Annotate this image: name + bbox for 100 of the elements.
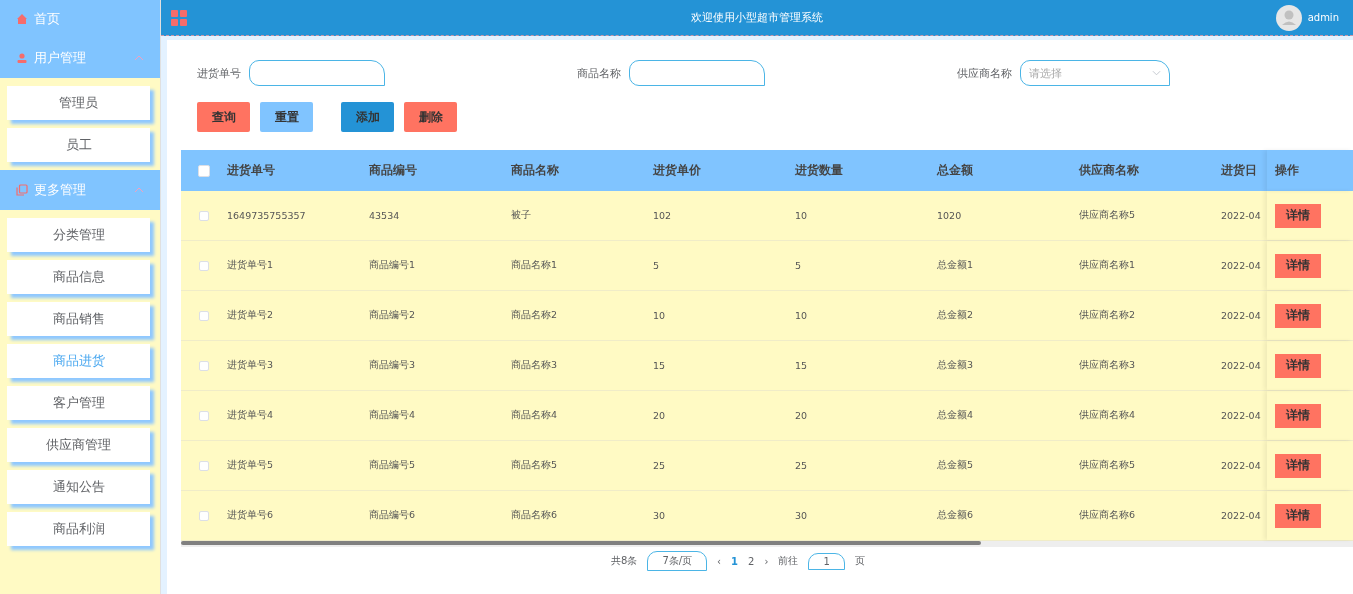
table-cell-text: 30 xyxy=(795,510,809,521)
sidebar-item[interactable]: 供应商管理 xyxy=(7,428,150,462)
table-cell-text: 10 xyxy=(653,310,667,321)
action-button[interactable]: 添加 xyxy=(341,102,394,132)
table-cell-text: 1649735755357 xyxy=(227,210,307,221)
sidebar-item[interactable]: 商品销售 xyxy=(7,302,150,336)
table-cell-text: 供应商名称4 xyxy=(1079,409,1137,422)
filter-label: 商品名称 xyxy=(577,65,621,81)
table-cell-text: 5 xyxy=(653,260,661,271)
details-button[interactable]: 详情 xyxy=(1275,403,1321,428)
total-count: 共8条 xyxy=(611,554,638,568)
prev-page-button[interactable]: ‹ xyxy=(717,555,722,567)
grid-menu-icon[interactable] xyxy=(171,9,187,26)
table-cell-text: 商品名称1 xyxy=(511,259,559,272)
details-button[interactable]: 详情 xyxy=(1275,353,1321,378)
table-cell-text: 15 xyxy=(795,360,809,371)
table-cell-text: 商品编号5 xyxy=(369,459,417,472)
table-cell-text: 30 xyxy=(653,510,667,521)
sidebar-item[interactable]: 员工 xyxy=(7,128,150,162)
goto-page-field[interactable]: 1 xyxy=(808,552,845,570)
copy-icon xyxy=(16,184,28,196)
page-number[interactable]: 1 xyxy=(731,555,739,567)
filter-label: 供应商名称 xyxy=(957,65,1012,81)
column-header: 进货单价 xyxy=(653,163,702,178)
table-cell-text: 总金额2 xyxy=(937,309,975,322)
avatar-icon[interactable] xyxy=(1275,4,1302,31)
username[interactable]: admin xyxy=(1307,12,1339,23)
table-cell-text: 20 xyxy=(653,410,667,421)
table-cell-text: 商品编号6 xyxy=(369,509,417,522)
sidebar-item[interactable]: 商品信息 xyxy=(7,260,150,294)
sidebar-item[interactable]: 管理员 xyxy=(7,86,150,120)
table-cell-text: 商品编号4 xyxy=(369,409,417,422)
table-cell-text: 2022-04 xyxy=(1221,260,1262,271)
column-header: 进货单号 xyxy=(227,163,276,178)
home-icon xyxy=(16,13,28,25)
scrollbar-thumb[interactable] xyxy=(181,541,981,545)
sidebar-item[interactable]: 客户管理 xyxy=(7,386,150,420)
table-cell-text: 25 xyxy=(653,460,667,471)
sidebar-item[interactable]: 通知公告 xyxy=(7,470,150,504)
table-cell-text: 总金额4 xyxy=(937,409,975,422)
app-title: 欢迎使用小型超市管理系统 xyxy=(691,10,823,25)
table-cell-text: 进货单号6 xyxy=(227,509,275,522)
column-header: 操作 xyxy=(1267,150,1353,191)
table-cell-text: 商品名称5 xyxy=(511,459,559,472)
row-checkbox[interactable] xyxy=(199,360,209,371)
table-cell-text: 商品名称2 xyxy=(511,309,559,322)
select-field[interactable]: 请选择 xyxy=(1020,60,1170,86)
details-button[interactable]: 详情 xyxy=(1275,303,1321,328)
sidebar-item[interactable]: 商品进货 xyxy=(7,344,150,378)
row-checkbox[interactable] xyxy=(199,260,209,271)
table-cell-text: 商品名称6 xyxy=(511,509,559,522)
table-cell-text: 5 xyxy=(795,260,803,271)
table-cell-text: 商品编号2 xyxy=(369,309,417,322)
column-header: 供应商名称 xyxy=(1079,163,1140,178)
table-cell-text: 供应商名称5 xyxy=(1079,459,1137,472)
table-cell-text: 进货单号4 xyxy=(227,409,275,422)
action-button[interactable]: 查询 xyxy=(197,102,250,132)
table-cell-text: 商品名称4 xyxy=(511,409,559,422)
table-cell-text: 进货单号1 xyxy=(227,259,275,272)
table-cell-text: 15 xyxy=(653,360,667,371)
row-checkbox[interactable] xyxy=(199,310,209,321)
column-header: 商品名称 xyxy=(511,163,560,178)
action-button[interactable]: 删除 xyxy=(404,102,457,132)
column-header: 总金额 xyxy=(937,163,974,178)
column-header: 进货日 xyxy=(1221,163,1258,178)
table-cell-text: 总金额5 xyxy=(937,459,975,472)
table-cell-text: 43534 xyxy=(369,210,401,221)
details-button[interactable]: 详情 xyxy=(1275,203,1321,228)
table-cell-text: 2022-04 xyxy=(1221,410,1262,421)
column-header: 进货数量 xyxy=(795,163,844,178)
table-cell-text: 2022-04 xyxy=(1221,360,1262,371)
page-size-select[interactable]: 7条/页 xyxy=(647,551,708,571)
table-cell-text: 进货单号3 xyxy=(227,359,275,372)
goto-label: 前往 xyxy=(778,554,799,568)
table-cell-text: 1020 xyxy=(937,210,963,221)
details-button[interactable]: 详情 xyxy=(1275,253,1321,278)
action-button[interactable]: 重置 xyxy=(260,102,313,132)
row-checkbox[interactable] xyxy=(199,460,209,471)
table-cell-text: 商品名称3 xyxy=(511,359,559,372)
sidebar-item[interactable]: 商品利润 xyxy=(7,512,150,546)
page-number[interactable]: 2 xyxy=(748,555,755,567)
input-field[interactable] xyxy=(249,60,385,86)
page-suffix: 页 xyxy=(854,554,865,568)
row-checkbox[interactable] xyxy=(199,210,209,221)
table-cell-text: 2022-04 xyxy=(1221,460,1262,471)
input-field[interactable] xyxy=(629,60,765,86)
details-button[interactable]: 详情 xyxy=(1275,503,1321,528)
row-checkbox[interactable] xyxy=(199,410,209,421)
table-cell-text: 商品编号1 xyxy=(369,259,417,272)
next-page-button[interactable]: › xyxy=(764,555,769,567)
table-cell-text: 10 xyxy=(795,310,809,321)
table-cell-text: 10 xyxy=(795,210,809,221)
row-checkbox[interactable] xyxy=(199,510,209,521)
table-cell-text: 2022-04 xyxy=(1221,510,1262,521)
table-cell-text: 被子 xyxy=(511,209,532,222)
select-all-checkbox[interactable] xyxy=(198,164,210,177)
details-button[interactable]: 详情 xyxy=(1275,453,1321,478)
table-cell-text: 25 xyxy=(795,460,809,471)
table-cell-text: 进货单号5 xyxy=(227,459,275,472)
sidebar-item[interactable]: 分类管理 xyxy=(7,218,150,252)
